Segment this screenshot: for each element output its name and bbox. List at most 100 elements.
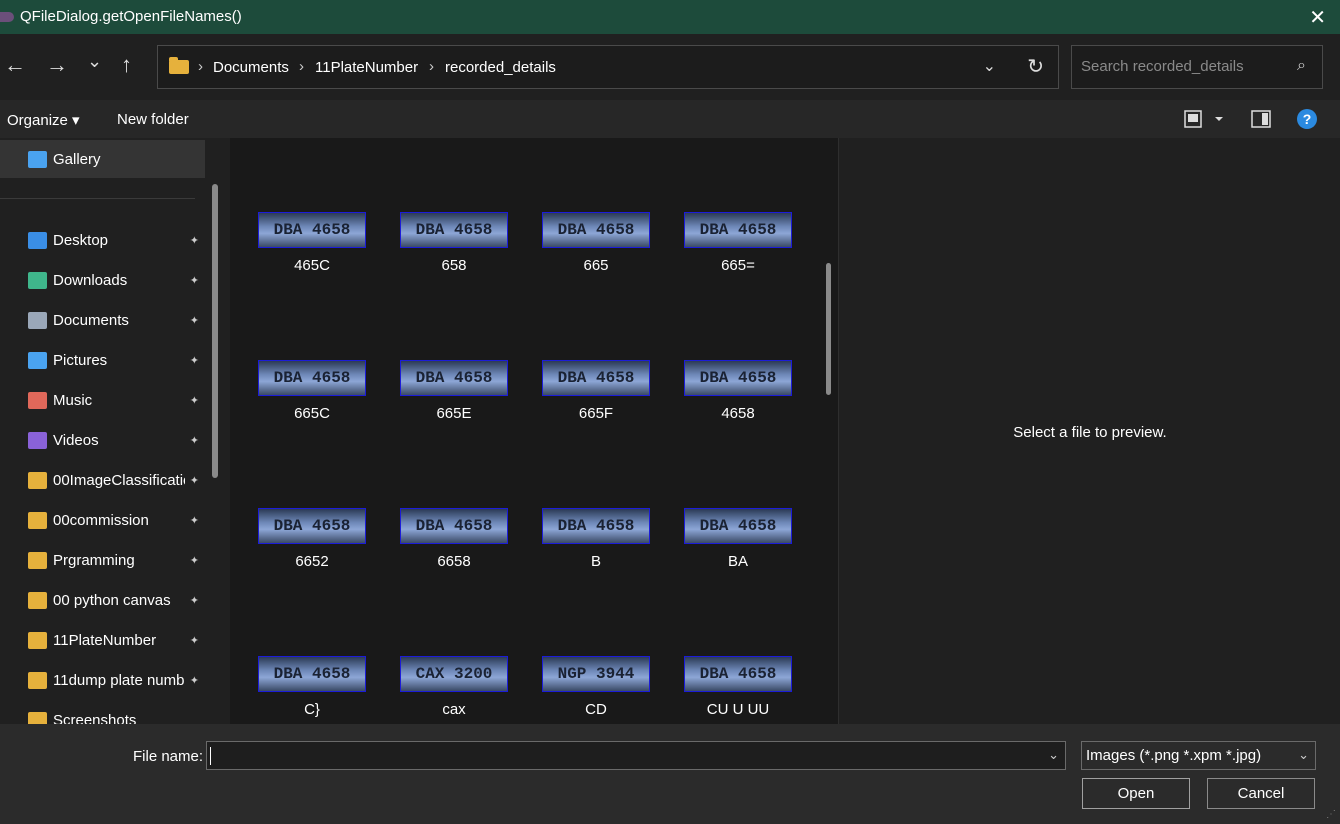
search-icon[interactable]: ⌕ — [1297, 57, 1306, 75]
plate-text: DBA 4658 — [415, 517, 493, 535]
file-item[interactable]: NGP 3944 CD — [514, 656, 656, 724]
sidebar-item-11dump-plate-numb[interactable]: 11dump plate numb ✦ — [0, 660, 205, 700]
resize-grip-icon[interactable]: ⋰ — [1326, 809, 1336, 820]
file-item[interactable]: DBA 4658 4658 — [656, 360, 798, 490]
pictures-icon — [28, 351, 47, 369]
preview-pane-icon[interactable] — [1251, 110, 1271, 132]
back-icon[interactable]: ← — [4, 54, 26, 76]
sidebar-item-desktop[interactable]: Desktop ✦ — [0, 220, 205, 260]
sidebar-item-label: Gallery — [53, 150, 101, 168]
sidebar-item-videos[interactable]: Videos ✦ — [0, 420, 205, 460]
plate-text: DBA 4658 — [699, 517, 777, 535]
pin-icon[interactable]: ✦ — [190, 594, 199, 607]
file-thumbnail: DBA 4658 — [258, 656, 366, 692]
file-name-input[interactable]: ⌄ — [206, 741, 1066, 770]
file-name: CU U UU — [706, 701, 770, 718]
chevron-down-icon[interactable]: ⌄ — [1298, 747, 1309, 763]
close-icon[interactable]: ✕ — [1309, 5, 1326, 30]
file-item[interactable]: DBA 4658 665F — [514, 360, 656, 490]
breadcrumb-recorded-details[interactable]: recorded_details — [445, 59, 556, 76]
sidebar-item-label: Prgramming — [53, 551, 135, 569]
pin-icon[interactable]: ✦ — [190, 394, 199, 407]
pin-icon[interactable]: ✦ — [190, 234, 199, 247]
sidebar-item-11platenumber[interactable]: 11PlateNumber ✦ — [0, 620, 205, 660]
sidebar-item-downloads[interactable]: Downloads ✦ — [0, 260, 205, 300]
file-thumbnail: DBA 4658 — [684, 656, 792, 692]
address-bar[interactable]: › Documents › 11PlateNumber › recorded_d… — [157, 45, 1059, 89]
sidebar-scrollbar[interactable] — [212, 184, 218, 478]
file-thumbnail: DBA 4658 — [400, 212, 508, 248]
folder-icon — [28, 671, 47, 689]
breadcrumb-11platenumber[interactable]: 11PlateNumber — [315, 59, 418, 76]
pin-icon[interactable]: ✦ — [190, 514, 199, 527]
open-button[interactable]: Open — [1082, 778, 1190, 809]
folder-icon — [28, 711, 47, 724]
sidebar-item-00imageclassificatio[interactable]: 00ImageClassificatio ✦ — [0, 460, 205, 500]
organize-button[interactable]: Organize ▾ — [7, 111, 80, 129]
pin-icon[interactable]: ✦ — [190, 474, 199, 487]
file-thumbnail: DBA 4658 — [542, 508, 650, 544]
download-icon — [28, 271, 47, 289]
chevron-down-icon[interactable]: ⌄ — [983, 56, 996, 76]
sidebar-item-pictures[interactable]: Pictures ✦ — [0, 340, 205, 380]
file-item[interactable]: DBA 4658 6658 — [372, 508, 514, 638]
file-item[interactable]: DBA 4658 465C — [230, 212, 372, 342]
folder-icon — [28, 591, 47, 609]
cancel-button[interactable]: Cancel — [1207, 778, 1315, 809]
file-thumbnail: DBA 4658 — [258, 360, 366, 396]
pin-icon[interactable]: ✦ — [190, 434, 199, 447]
sidebar-item-documents[interactable]: Documents ✦ — [0, 300, 205, 340]
folder-icon — [28, 631, 47, 649]
sidebar-item-prgramming[interactable]: Prgramming ✦ — [0, 540, 205, 580]
sidebar-item-screenshots[interactable]: Screenshots — [0, 700, 205, 724]
file-item[interactable]: DBA 4658 C} — [230, 656, 372, 724]
sidebar-item-00commission[interactable]: 00commission ✦ — [0, 500, 205, 540]
file-type-select[interactable]: Images (*.png *.xpm *.jpg) ⌄ — [1081, 741, 1316, 770]
pin-icon[interactable]: ✦ — [190, 674, 199, 687]
sidebar-item-label: 00 python canvas — [53, 591, 171, 609]
file-item[interactable]: DBA 4658 6652 — [230, 508, 372, 638]
pin-icon[interactable]: ✦ — [190, 634, 199, 647]
title-bar: QFileDialog.getOpenFileNames() ✕ — [0, 0, 1340, 34]
file-item[interactable]: DBA 4658 665 — [514, 212, 656, 342]
sidebar-item-gallery[interactable]: Gallery — [0, 140, 205, 178]
pin-icon[interactable]: ✦ — [190, 314, 199, 327]
pin-icon[interactable]: ✦ — [190, 274, 199, 287]
sidebar-item-label: 00commission — [53, 511, 149, 529]
plate-text: DBA 4658 — [699, 369, 777, 387]
plate-text: DBA 4658 — [557, 517, 635, 535]
file-name: CD — [585, 701, 607, 718]
chevron-down-icon[interactable]: ⌄ — [1048, 747, 1059, 763]
refresh-icon[interactable]: ↻ — [1027, 54, 1044, 79]
file-item[interactable]: DBA 4658 BA — [656, 508, 798, 638]
search-box[interactable]: ⌕ — [1071, 45, 1323, 89]
forward-icon[interactable]: → — [46, 54, 68, 76]
view-options-icon[interactable] — [1184, 110, 1226, 132]
help-icon[interactable]: ? — [1297, 109, 1317, 129]
sidebar-item-music[interactable]: Music ✦ — [0, 380, 205, 420]
sidebar-item-label: Downloads — [53, 271, 128, 289]
file-item[interactable]: DBA 4658 B — [514, 508, 656, 638]
file-item[interactable]: CAX 3200 cax — [372, 656, 514, 724]
plate-text: CAX 3200 — [415, 665, 493, 683]
pin-icon[interactable]: ✦ — [190, 554, 199, 567]
breadcrumb-documents[interactable]: Documents — [213, 59, 289, 76]
file-item[interactable]: DBA 4658 CU U UU — [656, 656, 798, 724]
pin-icon[interactable]: ✦ — [190, 354, 199, 367]
file-item[interactable]: DBA 4658 665E — [372, 360, 514, 490]
preview-pane: Select a file to preview. — [838, 138, 1340, 724]
file-view-scrollbar[interactable] — [826, 263, 831, 395]
sidebar-item-00-python-canvas[interactable]: 00 python canvas ✦ — [0, 580, 205, 620]
recent-locations-icon[interactable]: ⌄ — [87, 52, 102, 70]
file-item[interactable]: DBA 4658 658 — [372, 212, 514, 342]
new-folder-button[interactable]: New folder — [117, 111, 189, 128]
file-name: 665 — [583, 257, 609, 274]
breadcrumb-separator: › — [198, 58, 203, 75]
search-input[interactable] — [1081, 58, 1281, 75]
file-item[interactable]: DBA 4658 665= — [656, 212, 798, 342]
file-item[interactable]: DBA 4658 665C — [230, 360, 372, 490]
file-name: 658 — [441, 257, 467, 274]
file-type-value: Images (*.png *.xpm *.jpg) — [1086, 747, 1262, 764]
up-icon[interactable]: ↑ — [121, 54, 132, 76]
plate-text: NGP 3944 — [557, 665, 635, 683]
